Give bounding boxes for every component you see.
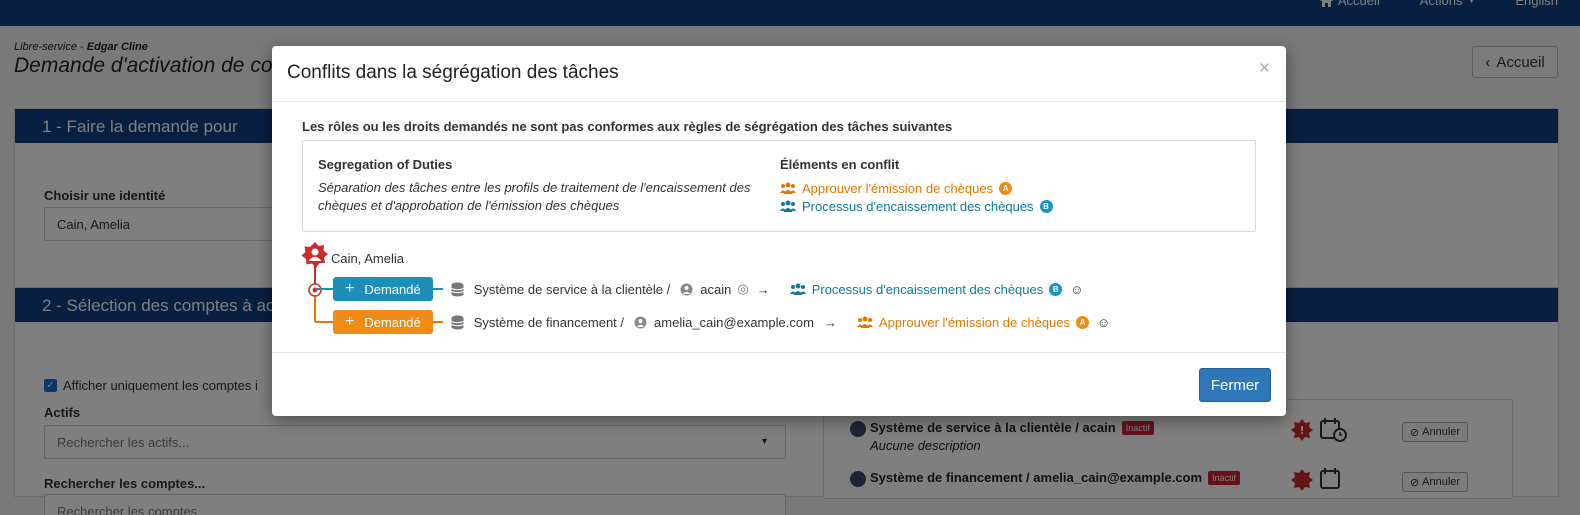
badge-b-icon: B: [1049, 282, 1063, 296]
request-role-label: Processus d'encaissement des chèques: [811, 281, 1044, 297]
conflict-item-a-label: Approuver l'émission de chèques: [802, 180, 994, 196]
arrow-right-icon: →: [823, 314, 837, 330]
request-system: Système de financement /: [473, 314, 625, 330]
tree-branch: [432, 288, 443, 290]
conflicts-column: Éléments en conflit Approuver l'émission…: [780, 157, 1240, 215]
requested-label: Demandé: [364, 314, 421, 330]
close-icon[interactable]: ×: [1259, 58, 1270, 80]
request-system: Système de service à la clientèle /: [473, 281, 671, 297]
user-outline-icon: ☺: [1070, 281, 1084, 297]
database-icon: [451, 282, 464, 296]
request-row: + Demandé Système de service à la client…: [300, 277, 1084, 301]
user-circle-icon: [680, 283, 693, 295]
conflict-tree: Cain, Amelia + Demandé Système de servic…: [300, 242, 1260, 342]
tree-branch: [315, 288, 333, 290]
sod-rule-header: Segregation of Duties: [318, 157, 453, 172]
tree-identity-name: Cain, Amelia: [331, 251, 404, 266]
tree-branch: [432, 321, 443, 323]
sod-rule-box: Segregation of Duties Séparation des tâc…: [302, 140, 1256, 232]
sod-rule-description: Séparation des tâches entre les profils …: [318, 180, 751, 213]
modal-intro: Les rôles ou les droits demandés ne sont…: [302, 119, 953, 134]
requested-button[interactable]: + Demandé: [333, 277, 433, 301]
user-outline-icon: ☺: [1097, 314, 1111, 330]
modal-footer: Fermer: [272, 352, 1286, 416]
conflicts-header: Éléments en conflit: [780, 157, 900, 172]
request-role[interactable]: Processus d'encaissement des chèques B: [789, 280, 1063, 298]
modal-body: Les rôles ou les droits demandés ne sont…: [272, 102, 1286, 352]
close-button[interactable]: Fermer: [1199, 368, 1271, 402]
users-icon: [780, 200, 796, 212]
plus-icon: +: [345, 280, 355, 297]
conflict-item-a[interactable]: Approuver l'émission de chèques A: [780, 179, 1240, 197]
database-icon: [451, 315, 464, 329]
users-icon: [789, 283, 806, 295]
request-account: amelia_cain@example.com: [654, 314, 814, 330]
request-row: + Demandé Système de financement / ameli…: [300, 310, 1110, 334]
badge-b-icon: B: [1039, 199, 1053, 213]
modal-header: Conflits dans la ségrégation des tâches …: [272, 46, 1286, 102]
plus-icon: +: [345, 313, 355, 330]
sod-rule-column: Segregation of Duties Séparation des tâc…: [318, 157, 778, 215]
fingerprint-icon: ◎: [737, 281, 749, 296]
badge-a-icon: A: [999, 181, 1013, 195]
requested-label: Demandé: [364, 281, 421, 297]
sod-conflict-modal: Conflits dans la ségrégation des tâches …: [272, 46, 1286, 416]
users-icon: [780, 182, 796, 194]
user-circle-icon: [634, 316, 647, 328]
arrow-right-icon: →: [756, 281, 770, 297]
tree-branch: [315, 321, 333, 323]
modal-title: Conflits dans la ségrégation des tâches: [287, 62, 619, 83]
request-account: acain: [700, 281, 732, 297]
users-icon: [856, 316, 873, 328]
conflict-item-b[interactable]: Processus d'encaissement des chèques B: [780, 197, 1240, 215]
requested-button[interactable]: + Demandé: [333, 310, 433, 334]
request-role[interactable]: Approuver l'émission de chèques A: [856, 313, 1090, 331]
badge-a-icon: A: [1076, 315, 1090, 329]
conflict-item-b-label: Processus d'encaissement des chèques: [802, 198, 1034, 214]
request-role-label: Approuver l'émission de chèques: [878, 314, 1071, 330]
